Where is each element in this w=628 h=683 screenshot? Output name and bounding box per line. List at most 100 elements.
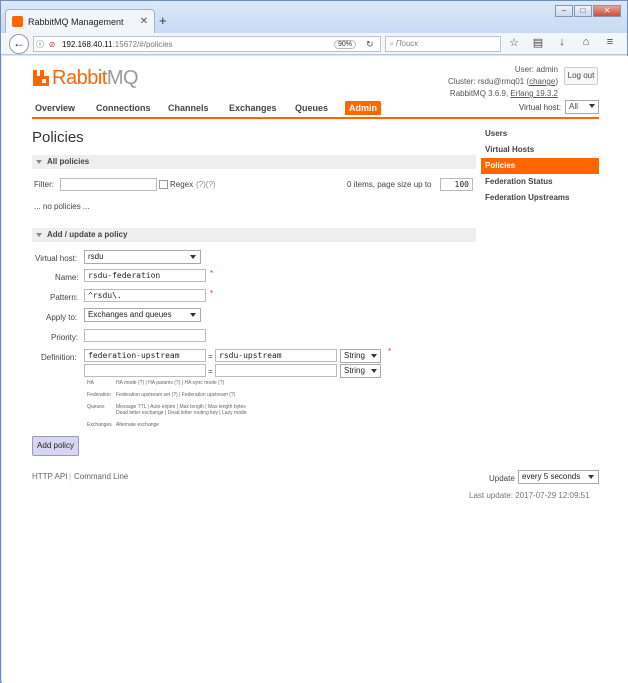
close-tab-icon[interactable]: ✕	[137, 16, 151, 27]
tab-exchanges[interactable]: Exchanges	[229, 103, 277, 113]
regex-label: Regex	[170, 180, 194, 189]
sidebar-item-users[interactable]: Users	[481, 126, 599, 142]
minimize-icon[interactable]: –	[555, 5, 573, 17]
vhost-select[interactable]: All	[565, 100, 599, 114]
window-controls: – □ ✕	[555, 5, 621, 17]
help-federation-links[interactable]: Federation upstream set (?) | Federation…	[116, 392, 235, 399]
command-line-link[interactable]: Command Line	[74, 472, 128, 481]
help-federation-label: Federation	[87, 392, 111, 398]
definition-type-select[interactable]: String	[340, 349, 381, 363]
name-input[interactable]: rsdu-federation	[84, 269, 206, 282]
definition-key-input-2[interactable]	[84, 364, 206, 377]
filter-input[interactable]	[60, 178, 157, 191]
tab-queues[interactable]: Queues	[295, 103, 328, 113]
user-info: User: admin Cluster: rsdu@rmq01 (change)…	[448, 64, 558, 100]
chevron-down-icon	[190, 255, 196, 259]
priority-input[interactable]	[84, 329, 206, 342]
sidebar-item-federation-upstreams[interactable]: Federation Upstreams	[481, 190, 599, 206]
required-mark: *	[210, 269, 214, 278]
search-icon: ⌕	[389, 39, 396, 48]
rabbitmq-logo-icon	[33, 70, 49, 86]
close-window-icon[interactable]: ✕	[593, 5, 621, 17]
equals-sign: =	[208, 352, 213, 361]
http-api-link[interactable]: HTTP API	[32, 472, 67, 481]
items-count: 0 items, page size up to	[347, 180, 432, 189]
tab-overview[interactable]: Overview	[35, 103, 75, 113]
insecure-lock-icon[interactable]: ⊘	[46, 40, 58, 49]
help-ha-label: HA	[87, 380, 94, 386]
page-size-input[interactable]: 100	[440, 178, 473, 191]
sidebar-item-federation-status[interactable]: Federation Status	[481, 174, 599, 190]
collapse-triangle-icon	[36, 159, 42, 164]
required-mark: *	[388, 347, 392, 356]
erlang-link[interactable]: Erlang 19.3.2	[510, 89, 558, 98]
help-queues-label: Queues	[87, 404, 105, 410]
priority-label: Priority:	[51, 333, 79, 342]
chevron-down-icon	[371, 369, 377, 373]
definition-key-input[interactable]: federation-upstream	[84, 349, 206, 362]
download-icon[interactable]: ↓	[555, 36, 569, 49]
equals-sign: =	[208, 367, 213, 376]
help-queues-links-2[interactable]: Dead letter exchange | Dead letter routi…	[116, 410, 246, 417]
help-exchanges-links[interactable]: Alternate exchange	[116, 422, 159, 429]
regex-help[interactable]: (?)(?)	[196, 180, 216, 189]
tab-channels[interactable]: Channels	[168, 103, 209, 113]
back-arrow-icon[interactable]: ←	[9, 34, 29, 54]
update-label: Update	[489, 474, 515, 483]
info-icon[interactable]: ⓘ	[34, 39, 46, 50]
tab-connections[interactable]: Connections	[96, 103, 151, 113]
browser-window: RabbitMQ Management ✕ + – □ ✕ ← ⓘ ⊘ 192.…	[0, 0, 628, 683]
main-nav: Overview Connections Channels Exchanges …	[32, 100, 599, 119]
logout-button[interactable]: Log out	[564, 67, 598, 85]
tab-admin[interactable]: Admin	[345, 101, 381, 115]
browser-toolbar: ← ⓘ ⊘ 192.168.40.11:15672/#/policies 90%…	[1, 33, 627, 55]
last-update: Last update: 2017-07-29 12:09:51	[469, 491, 590, 500]
rabbitmq-favicon-icon	[12, 16, 23, 27]
user-line: User: admin	[514, 65, 558, 74]
reading-list-icon[interactable]: ▤	[531, 36, 545, 49]
pattern-input[interactable]: ^rsdu\.	[84, 289, 206, 302]
vhost-field-select[interactable]: rsdu	[84, 250, 201, 264]
definition-type-select-2[interactable]: String	[340, 364, 381, 378]
new-tab-icon[interactable]: +	[159, 13, 167, 28]
page-title: Policies	[32, 129, 84, 146]
definition-label: Definition:	[41, 353, 77, 362]
help-ha-links[interactable]: HA mode (?) | HA params (?) | HA sync mo…	[116, 380, 224, 387]
maximize-icon[interactable]: □	[574, 5, 592, 17]
url-text[interactable]: 192.168.40.11:15672/#/policies	[58, 40, 334, 49]
regex-checkbox[interactable]	[159, 180, 168, 189]
zoom-level[interactable]: 90%	[333, 39, 356, 49]
add-policy-header[interactable]: Add / update a policy	[32, 228, 476, 242]
chevron-down-icon	[588, 475, 594, 479]
help-exchanges-label: Exchanges	[87, 422, 112, 428]
sidebar-item-virtual-hosts[interactable]: Virtual Hosts	[481, 142, 599, 158]
admin-sidebar: Users Virtual Hosts Policies Federation …	[481, 126, 599, 206]
change-cluster-link[interactable]: change	[529, 77, 555, 86]
all-policies-header[interactable]: All policies	[32, 155, 476, 169]
toolbar-icons: ☆ ▤ ↓ ⌂ ≡	[507, 36, 617, 49]
filter-label: Filter:	[34, 180, 54, 189]
browser-tab[interactable]: RabbitMQ Management ✕	[5, 9, 155, 33]
home-icon[interactable]: ⌂	[579, 36, 593, 49]
update-interval-select[interactable]: every 5 seconds	[518, 470, 599, 484]
definition-value-input[interactable]: rsdu-upstream	[215, 349, 337, 362]
reload-icon[interactable]: ↻	[366, 39, 380, 50]
required-mark: *	[210, 289, 214, 298]
no-policies-text: ... no policies ...	[34, 202, 90, 211]
name-label: Name:	[55, 273, 79, 282]
pattern-label: Pattern:	[50, 293, 79, 302]
footer-separator: |	[69, 472, 72, 481]
address-bar[interactable]: ⓘ ⊘ 192.168.40.11:15672/#/policies 90% ↻	[33, 36, 381, 52]
apply-to-select[interactable]: Exchanges and queues	[84, 308, 201, 322]
apply-to-label: Apply to:	[46, 313, 78, 322]
page-content: RabbitMQ User: admin Cluster: rsdu@rmq01…	[2, 56, 628, 683]
menu-icon[interactable]: ≡	[603, 36, 617, 49]
vhost-field-label: Virtual host:	[35, 254, 78, 263]
definition-value-input-2[interactable]	[215, 364, 337, 377]
sidebar-item-policies[interactable]: Policies	[481, 158, 599, 174]
search-input[interactable]: ⌕ Поиск	[385, 36, 501, 52]
rabbitmq-logo[interactable]: RabbitMQ	[32, 66, 139, 90]
tab-title: RabbitMQ Management	[28, 16, 124, 27]
bookmark-star-icon[interactable]: ☆	[507, 36, 521, 49]
add-policy-button[interactable]: Add policy	[32, 436, 79, 456]
